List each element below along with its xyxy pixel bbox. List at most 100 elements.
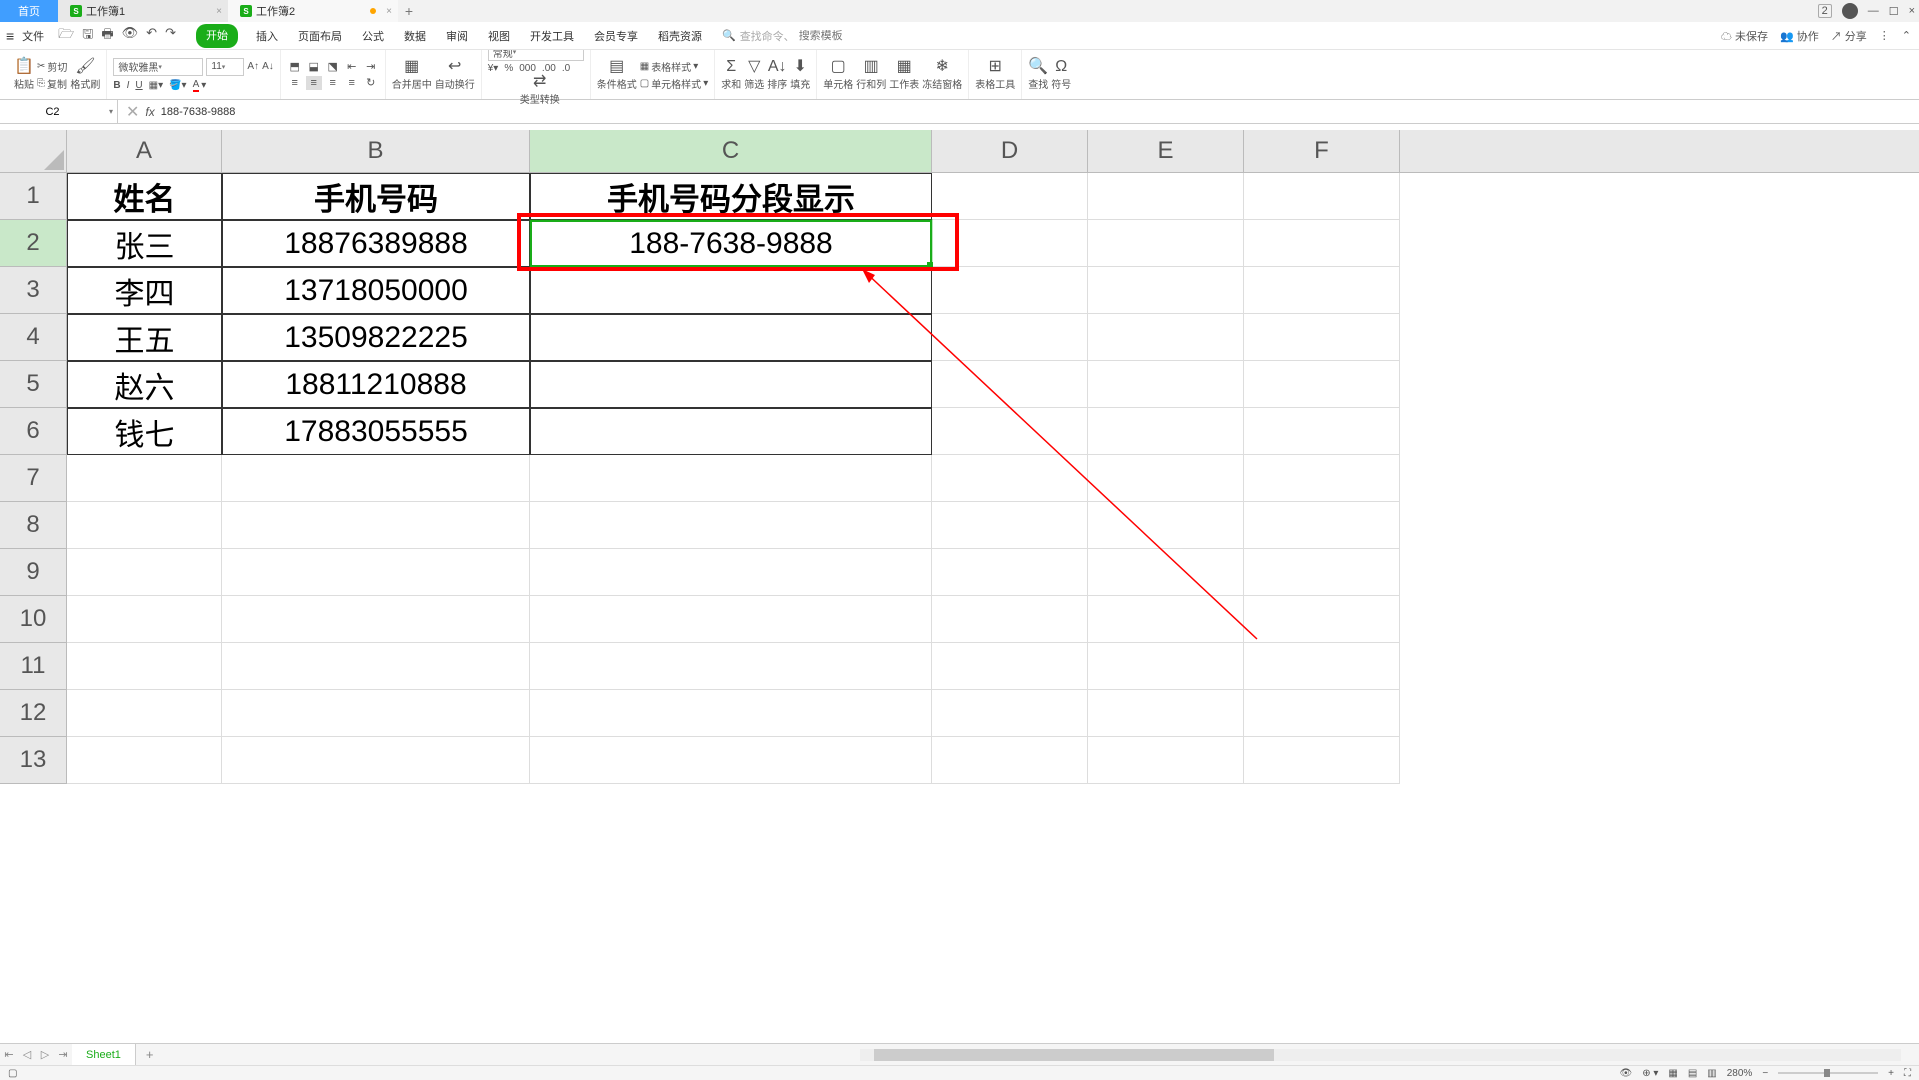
cell-a4[interactable]: 王五: [67, 314, 222, 361]
font-name-select[interactable]: 微软雅黑 ▾: [113, 58, 203, 76]
table-style-button[interactable]: ▦ 表格样式▾: [640, 59, 708, 74]
wrap-button[interactable]: ↩自动换行: [435, 59, 475, 91]
add-sheet-button[interactable]: +: [136, 1047, 164, 1062]
preview-icon[interactable]: 👁: [122, 25, 139, 47]
align-center-button[interactable]: ≡: [306, 76, 322, 90]
cell-style-button[interactable]: ▢ 单元格样式▾: [640, 76, 708, 91]
merge-button[interactable]: ▦合并居中: [392, 59, 432, 91]
hamburger-icon[interactable]: ≡: [6, 28, 14, 44]
fullscreen-icon[interactable]: ⛶: [1904, 1068, 1911, 1079]
align-top-button[interactable]: ⬒: [287, 60, 303, 74]
col-header-c[interactable]: C: [530, 130, 932, 172]
align-mid-button[interactable]: ⬓: [306, 60, 322, 74]
cell-f11[interactable]: [1244, 643, 1400, 690]
col-header-e[interactable]: E: [1088, 130, 1244, 172]
normal-view-button[interactable]: ▦: [1668, 1068, 1677, 1079]
home-tab[interactable]: 首页: [0, 0, 58, 22]
cell-grid[interactable]: 姓名 手机号码 手机号码分段显示 张三 18876389888 188-7638…: [67, 173, 1919, 1052]
cell-e13[interactable]: [1088, 737, 1244, 784]
orientation-button[interactable]: ↻: [363, 76, 379, 90]
new-tab-button[interactable]: +: [398, 3, 420, 19]
redo-icon[interactable]: ↷: [165, 25, 176, 47]
indent-dec-button[interactable]: ⇤: [344, 60, 360, 74]
cell-b5[interactable]: 18811210888: [222, 361, 530, 408]
name-box[interactable]: ▾: [0, 100, 118, 123]
cell-e1[interactable]: [1088, 173, 1244, 220]
cell-f4[interactable]: [1244, 314, 1400, 361]
rowcol-button[interactable]: ▥行和列: [856, 59, 886, 91]
cell-d11[interactable]: [932, 643, 1088, 690]
align-justify-button[interactable]: ≡: [344, 76, 360, 90]
cell-c8[interactable]: [530, 502, 932, 549]
cell-b2[interactable]: 18876389888: [222, 220, 530, 267]
page-view-button[interactable]: ▤: [1688, 1068, 1697, 1079]
cell-d13[interactable]: [932, 737, 1088, 784]
zoom-level[interactable]: 280%: [1727, 1068, 1753, 1079]
eye-icon[interactable]: 👁: [1619, 1068, 1632, 1079]
row-header-12[interactable]: 12: [0, 690, 66, 737]
font-grow-button[interactable]: A↑: [247, 61, 259, 72]
last-sheet-button[interactable]: ⇥: [54, 1048, 72, 1061]
search-box[interactable]: 🔍 查找命令、: [722, 28, 919, 44]
badge-icon[interactable]: 2: [1818, 4, 1832, 18]
cell-e9[interactable]: [1088, 549, 1244, 596]
cut-button[interactable]: ✂剪切: [37, 59, 67, 74]
maximize-button[interactable]: ☐: [1889, 5, 1899, 18]
cell-a1[interactable]: 姓名: [67, 173, 222, 220]
col-header-a[interactable]: A: [67, 130, 222, 172]
cell-b12[interactable]: [222, 690, 530, 737]
col-header-f[interactable]: F: [1244, 130, 1400, 172]
cell-a6[interactable]: 钱七: [67, 408, 222, 455]
tab-start[interactable]: 开始: [196, 24, 238, 48]
cell-f3[interactable]: [1244, 267, 1400, 314]
cell-a7[interactable]: [67, 455, 222, 502]
cell-e8[interactable]: [1088, 502, 1244, 549]
more-icon[interactable]: ⋮: [1879, 29, 1890, 42]
cell-b7[interactable]: [222, 455, 530, 502]
cell-c13[interactable]: [530, 737, 932, 784]
select-all-corner[interactable]: [0, 130, 67, 173]
cell-c5[interactable]: [530, 361, 932, 408]
dec-dec-button[interactable]: .0: [562, 63, 570, 74]
cell-e2[interactable]: [1088, 220, 1244, 267]
cell-f1[interactable]: [1244, 173, 1400, 220]
tab-insert[interactable]: 插入: [254, 24, 280, 48]
cell-b8[interactable]: [222, 502, 530, 549]
cell-b6[interactable]: 17883055555: [222, 408, 530, 455]
cell-e7[interactable]: [1088, 455, 1244, 502]
row-header-2[interactable]: 2: [0, 220, 66, 267]
zoom-in-button[interactable]: +: [1888, 1068, 1894, 1079]
name-box-input[interactable]: [0, 106, 105, 118]
scrollbar-thumb[interactable]: [874, 1049, 1274, 1061]
close-icon[interactable]: ×: [216, 6, 222, 17]
cell-d4[interactable]: [932, 314, 1088, 361]
cell-a13[interactable]: [67, 737, 222, 784]
cell-a12[interactable]: [67, 690, 222, 737]
cell-a5[interactable]: 赵六: [67, 361, 222, 408]
cell-a11[interactable]: [67, 643, 222, 690]
close-button[interactable]: ×: [1909, 5, 1915, 17]
close-icon[interactable]: ×: [386, 6, 392, 17]
cell-e6[interactable]: [1088, 408, 1244, 455]
share-button[interactable]: ↗ 分享: [1831, 28, 1867, 44]
row-header-1[interactable]: 1: [0, 173, 66, 220]
cell-b4[interactable]: 13509822225: [222, 314, 530, 361]
align-left-button[interactable]: ≡: [287, 76, 303, 90]
search-input[interactable]: [799, 30, 919, 42]
cell-button[interactable]: ▢单元格: [823, 59, 853, 91]
find-button[interactable]: 🔍查找: [1028, 59, 1048, 91]
status-dialog-icon[interactable]: ▢: [8, 1068, 17, 1079]
cell-b10[interactable]: [222, 596, 530, 643]
sum-button[interactable]: Σ求和: [721, 59, 741, 91]
cell-c2[interactable]: 188-7638-9888: [530, 220, 932, 267]
cell-c4[interactable]: [530, 314, 932, 361]
row-header-10[interactable]: 10: [0, 596, 66, 643]
underline-button[interactable]: U: [135, 80, 142, 91]
formula-input[interactable]: [161, 106, 1919, 118]
fill-color-button[interactable]: 🪣▾: [169, 80, 186, 91]
cell-e5[interactable]: [1088, 361, 1244, 408]
horizontal-scrollbar[interactable]: [860, 1049, 1901, 1061]
cell-c12[interactable]: [530, 690, 932, 737]
cell-d5[interactable]: [932, 361, 1088, 408]
cell-c3[interactable]: [530, 267, 932, 314]
